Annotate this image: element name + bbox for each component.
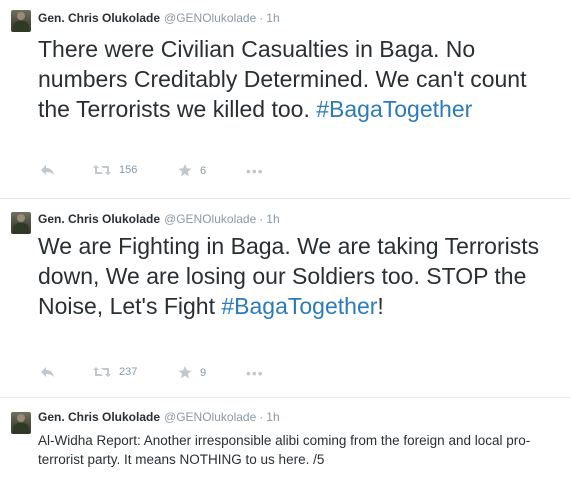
author-username[interactable]: @GENOlukolade xyxy=(164,11,256,25)
hashtag-link[interactable]: #BagaTogether xyxy=(221,293,377,319)
reply-button[interactable] xyxy=(40,366,55,378)
author-name[interactable]: Gen. Chris Olukolade xyxy=(38,212,160,226)
avatar[interactable] xyxy=(11,212,31,234)
tweet-header: Gen. Chris Olukolade @GENOlukolade · 1h xyxy=(38,410,280,424)
more-icon: ••• xyxy=(246,365,264,381)
retweet-icon xyxy=(93,165,111,175)
tweet-timestamp[interactable]: 1h xyxy=(266,410,279,424)
avatar[interactable] xyxy=(11,10,31,32)
author-username[interactable]: @GENOlukolade xyxy=(164,410,256,424)
tweet[interactable]: Gen. Chris Olukolade @GENOlukolade · 1h The… xyxy=(0,0,570,199)
star-icon xyxy=(178,366,192,379)
tweet-header: Gen. Chris Olukolade @GENOlukolade · 1h xyxy=(38,11,280,25)
more-button[interactable]: ••• xyxy=(246,163,264,179)
favorite-button[interactable]: 9 xyxy=(178,366,206,379)
hashtag-link[interactable]: #BagaTogether xyxy=(316,96,472,122)
retweet-count: 237 xyxy=(119,366,138,378)
tweet-text-suffix: ! xyxy=(377,293,384,319)
author-username[interactable]: @GENOlukolade xyxy=(164,212,256,226)
reply-button[interactable] xyxy=(40,164,55,176)
favorite-count: 9 xyxy=(200,366,207,379)
tweet[interactable]: Gen. Chris Olukolade @GENOlukolade · 1h We … xyxy=(0,199,570,398)
reply-icon xyxy=(41,165,54,175)
author-name[interactable]: Gen. Chris Olukolade xyxy=(38,410,160,424)
retweet-button[interactable]: 156 xyxy=(93,164,137,176)
retweet-button[interactable]: 237 xyxy=(93,366,137,378)
author-name[interactable]: Gen. Chris Olukolade xyxy=(38,11,160,25)
separator-dot: · xyxy=(259,410,264,424)
tweet-timestamp[interactable]: 1h xyxy=(266,11,279,25)
favorite-count: 6 xyxy=(200,164,207,177)
star-icon xyxy=(178,164,192,177)
retweet-icon xyxy=(93,367,111,377)
retweet-count: 156 xyxy=(119,164,138,176)
avatar[interactable] xyxy=(11,412,31,434)
tweet-timestamp[interactable]: 1h xyxy=(266,212,279,226)
reply-icon xyxy=(41,367,54,377)
tweet-text: We are Fighting in Baga. We are taking T… xyxy=(38,231,563,321)
more-button[interactable]: ••• xyxy=(246,365,264,381)
timeline: Gen. Chris Olukolade @GENOlukolade · 1h The… xyxy=(0,0,570,478)
favorite-button[interactable]: 6 xyxy=(178,164,206,177)
separator-dot: · xyxy=(259,11,264,25)
tweet-header: Gen. Chris Olukolade @GENOlukolade · 1h xyxy=(38,212,280,226)
separator-dot: · xyxy=(259,212,264,226)
tweet-text: Al-Widha Report: Another irresponsible a… xyxy=(38,433,531,467)
more-icon: ••• xyxy=(246,163,264,179)
tweet-text: There were Civilian Casualties in Baga. … xyxy=(38,34,563,124)
tweet[interactable]: Gen. Chris Olukolade @GENOlukolade · 1h Al-… xyxy=(0,398,570,478)
